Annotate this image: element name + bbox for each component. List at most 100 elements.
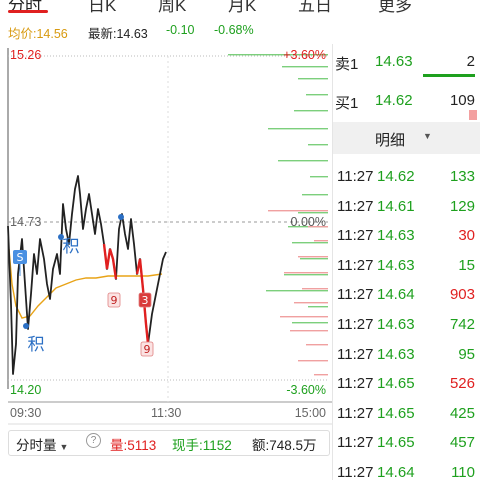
depth-bar-bid [278, 160, 328, 162]
price-low-label: 14.20 [10, 383, 42, 397]
ask-1-depth-bar [423, 74, 475, 77]
signal-three-badge-label: 3 [142, 294, 149, 307]
time-start-label: 09:30 [10, 406, 42, 420]
pct-high-label: +3.60% [283, 48, 326, 62]
price-line-highlight [102, 243, 118, 280]
trade-time: 11:27 [337, 316, 374, 333]
trade-time: 11:27 [337, 345, 374, 363]
ask-1-price: 14.63 [375, 53, 413, 70]
depth-bar-ask [284, 272, 328, 274]
trade-qty: 903 [449, 286, 475, 304]
detail-label: 明细 [375, 132, 406, 149]
trade-qty: 129 [449, 197, 475, 215]
trade-price: 14.63 [377, 345, 415, 363]
ask-1-label: 卖1 [335, 56, 359, 73]
depth-bar-bid [302, 194, 328, 196]
trade-price: 14.64 [377, 464, 415, 480]
depth-bar-bid [298, 78, 328, 80]
help-circle-icon[interactable]: ? [86, 433, 101, 448]
caret-down-icon: ▼ [59, 442, 69, 452]
trade-row: 11:27 14.63 95 [333, 341, 480, 370]
trade-time: 11:27 [337, 197, 374, 215]
bid-1-label: 买1 [335, 95, 359, 112]
trade-time: 11:27 [337, 168, 374, 185]
trade-row: 11:27 14.64 903 [333, 281, 480, 310]
intraday-chart-svg: S积积993 [7, 48, 332, 425]
depth-bar-bid [308, 144, 328, 146]
trade-qty: 425 [449, 404, 475, 422]
trade-qty: 110 [451, 464, 475, 480]
trade-time: 11:27 [337, 464, 374, 480]
depth-bar-ask [306, 344, 328, 346]
trade-price: 14.65 [377, 404, 415, 422]
time-end-label: 15:00 [294, 406, 326, 420]
tab-five-day[interactable]: 五日 [298, 0, 332, 13]
trade-price: 14.65 [377, 434, 415, 452]
pct-zero-label: 0.00% [290, 215, 326, 229]
time-mid-label: 11:30 [151, 406, 182, 420]
signal-ji-label: 积 [28, 335, 45, 355]
depth-bar-ask [314, 240, 328, 242]
trade-row: 11:27 14.63 742 [333, 311, 480, 340]
ask-1-qty: 2 [466, 53, 475, 70]
tab-more[interactable]: 更多 [378, 0, 412, 13]
trade-time: 11:27 [337, 404, 374, 422]
trade-price: 14.63 [377, 227, 415, 245]
trade-row: 11:27 14.63 15 [333, 252, 480, 281]
signal-badge-s-label: S [17, 251, 24, 264]
trade-row: 11:27 14.65 425 [333, 400, 480, 429]
quote-info-strip: 均价:14.56 最新:14.63 -0.10 -0.68% [0, 20, 330, 42]
detail-dropdown[interactable]: 明细 ▼ [333, 122, 480, 154]
trade-qty: 95 [458, 345, 475, 363]
depth-bar-ask [298, 256, 328, 258]
trade-price: 14.62 [377, 168, 415, 185]
ask-1-row[interactable]: 卖1 14.63 2 [333, 47, 480, 77]
tab-daily-k[interactable]: 日K [88, 0, 116, 13]
signal-ji-label: 积 [63, 237, 80, 257]
trade-price: 14.63 [377, 316, 415, 333]
current-hand-label: 现手:1152 [172, 438, 232, 453]
depth-bar-bid [266, 290, 328, 292]
signal-dot [23, 323, 29, 329]
depth-bar-ask [268, 210, 328, 212]
signal-dot [118, 214, 124, 220]
depth-bar-bid [292, 322, 328, 324]
trade-price: 14.61 [377, 197, 415, 215]
avg-price-label: 均价:14.56 [8, 27, 68, 41]
trade-row: 11:27 14.62 133 [333, 163, 480, 192]
trade-time: 11:27 [337, 256, 374, 274]
depth-bar-ask [298, 360, 328, 362]
caret-down-icon: ▼ [423, 131, 432, 141]
indicator-toolbar: 分时量 ▼ ? 量:5113 现手:1152 额:748.5万 [0, 426, 332, 456]
trade-row: 11:27 14.63 30 [333, 222, 480, 251]
depth-bar-bid [300, 258, 328, 260]
trade-price: 14.63 [377, 256, 415, 274]
intraday-chart[interactable]: S积积993 15.26 +3.60% 14.73 0.00% 14.20 -3… [0, 44, 332, 434]
trade-qty: 742 [449, 316, 475, 333]
pct-low-label: -3.60% [286, 383, 326, 397]
signal-nine-badge-label: 9 [111, 294, 118, 307]
trade-qty: 15 [458, 256, 475, 274]
price-change: -0.10 [166, 23, 195, 37]
period-tab-bar: 分时 日K 周K 月K 五日 更多 [0, 0, 480, 13]
tab-weekly-k[interactable]: 周K [158, 0, 186, 13]
trade-time: 11:27 [337, 286, 374, 304]
trade-row: 11:27 14.65 526 [333, 370, 480, 399]
tab-monthly-k[interactable]: 月K [228, 0, 256, 13]
bid-1-depth-bar [469, 110, 477, 120]
trade-time: 11:27 [337, 434, 374, 452]
depth-bar-bid [308, 306, 328, 308]
amount-label: 额:748.5万 [252, 438, 317, 453]
depth-bar-bid [282, 66, 328, 68]
bid-1-row[interactable]: 买1 14.62 109 [333, 86, 480, 120]
signal-nine-badge-label: 9 [144, 343, 151, 356]
depth-bar-ask [314, 374, 328, 376]
trade-qty: 133 [449, 168, 475, 185]
depth-bar-bid [306, 94, 328, 96]
indicator-select[interactable]: 分时量 ▼ [16, 434, 68, 454]
depth-bar-ask [302, 288, 328, 290]
trade-row: 11:27 14.61 129 [333, 193, 480, 222]
depth-bar-bid [298, 212, 328, 214]
price-change-pct: -0.68% [214, 23, 254, 37]
price-ref-label: 14.73 [10, 215, 42, 229]
